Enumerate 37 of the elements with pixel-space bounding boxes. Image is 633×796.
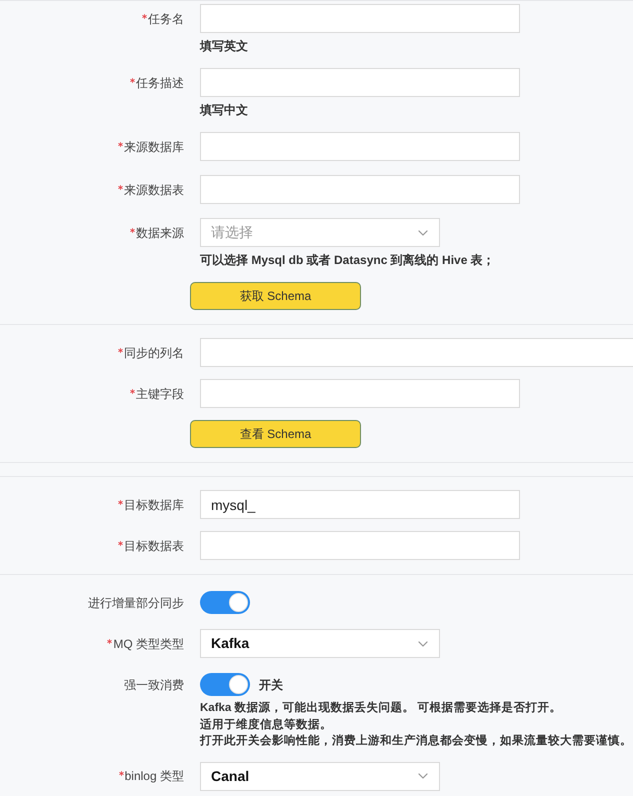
- field-label: 目标数据库: [124, 496, 184, 514]
- schema-button[interactable]: 查看 Schema: [190, 420, 361, 448]
- text-input[interactable]: [200, 338, 633, 367]
- help-text: Kafka 数据源，可能出现数据丢失问题。 可根据需要选择是否打开。: [200, 700, 563, 716]
- text-input[interactable]: [200, 68, 520, 97]
- field-label: 主键字段: [136, 386, 184, 402]
- field-label: 强一致消费: [124, 676, 184, 694]
- schema-button[interactable]: 获取 Schema: [190, 282, 361, 310]
- text-input[interactable]: [200, 175, 520, 204]
- field-label: 数据来源: [136, 224, 184, 242]
- help-text: 适用于维度信息等数据。: [200, 717, 333, 732]
- field-hint: 填写中文: [200, 102, 248, 118]
- select-value: Canal: [211, 766, 250, 786]
- field-label: 同步的列名: [124, 344, 184, 362]
- select-placeholder: 请选择: [211, 223, 253, 242]
- field-label: 来源数据表: [124, 182, 184, 198]
- toggle-switch[interactable]: [200, 591, 250, 614]
- field-label: 目标数据表: [124, 538, 184, 554]
- field-label: 任务描述: [136, 74, 184, 92]
- field-hint: 填写英文: [200, 38, 248, 54]
- text-input[interactable]: [200, 4, 520, 33]
- field-label: MQ 类型类型: [113, 636, 184, 652]
- text-input[interactable]: mysql_: [200, 490, 520, 519]
- text-input[interactable]: [200, 379, 520, 408]
- text-input[interactable]: [200, 531, 520, 560]
- field-label: 任务名: [148, 10, 184, 28]
- toggle-switch[interactable]: [200, 673, 250, 696]
- help-text: 打开此开关会影响性能，消费上游和生产消息都会变慢，如果流量较大需要谨慎。: [200, 733, 632, 749]
- select-field[interactable]: Canal: [200, 762, 440, 790]
- field-label: 来源数据库: [124, 138, 184, 156]
- select-value: Kafka: [211, 634, 250, 653]
- select-field[interactable]: Kafka: [200, 629, 440, 658]
- field-label: 进行增量部分同步: [88, 594, 184, 612]
- field-label: binlog 类型: [124, 768, 184, 785]
- text-input[interactable]: [200, 132, 520, 161]
- switch-label: 开关: [259, 676, 283, 694]
- field-hint: 可以选择 Mysql db 或者 Datasync 到离线的 Hive 表；: [200, 252, 495, 268]
